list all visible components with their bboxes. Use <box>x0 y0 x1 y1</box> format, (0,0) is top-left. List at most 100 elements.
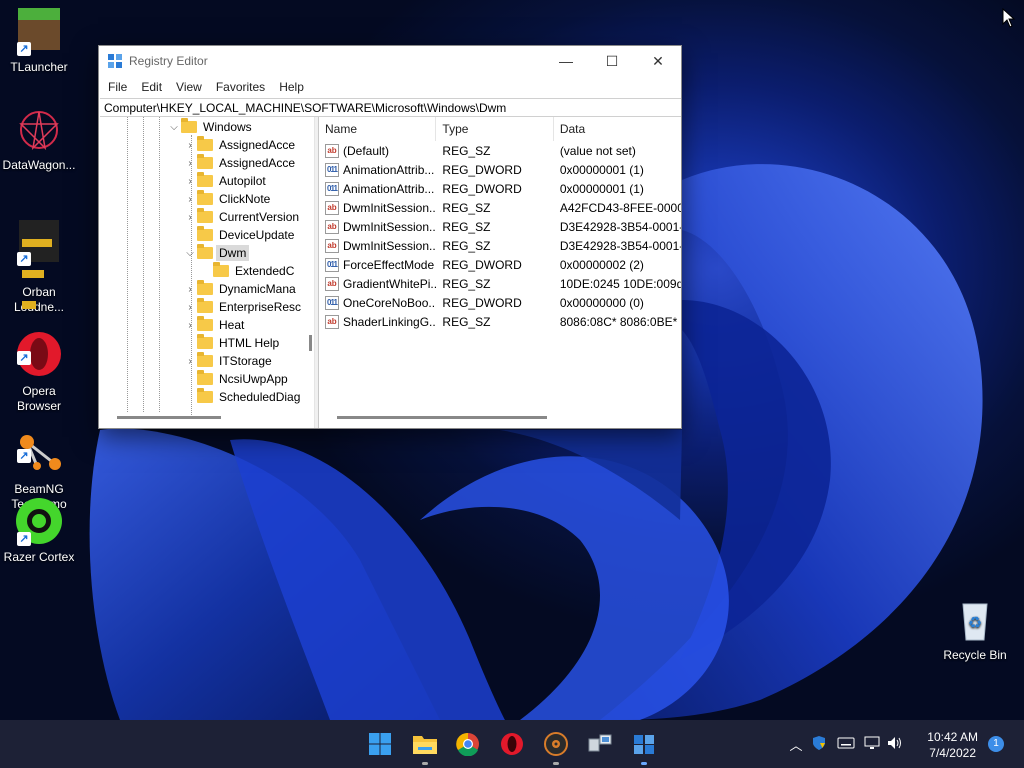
tree-item[interactable]: › ClickNote <box>183 190 270 208</box>
table-row[interactable]: ab DwmInitSession... REG_SZ A42FCD43-8FEE… <box>319 198 681 217</box>
network-icon[interactable] <box>860 736 884 753</box>
tree-item[interactable]: DeviceUpdate <box>183 226 294 244</box>
minimize-button[interactable]: — <box>543 46 589 76</box>
desktop-icon-tlauncher[interactable]: ↗ TLauncher <box>1 8 77 75</box>
notification-badge[interactable]: 1 <box>988 736 1004 752</box>
volume-icon[interactable] <box>884 736 906 753</box>
desktop-icon-razer-cortex[interactable]: ↗ Razer Cortex <box>1 498 77 565</box>
table-row[interactable]: 011 AnimationAttrib... REG_DWORD 0x000000… <box>319 179 681 198</box>
tree-item[interactable]: › Autopilot <box>183 172 266 190</box>
chevron-down-icon[interactable]: ⌵ <box>183 248 197 259</box>
tree-item[interactable]: › AssignedAcce <box>183 154 295 172</box>
tree-item[interactable]: › EnterpriseResc <box>183 298 301 316</box>
table-row[interactable]: ab (Default) REG_SZ (value not set) <box>319 141 681 160</box>
chevron-right-icon[interactable]: › <box>183 140 197 151</box>
chevron-right-icon[interactable]: › <box>183 320 197 331</box>
system-tray: ︿ <box>786 720 906 768</box>
string-value-icon: ab <box>325 314 339 329</box>
title-bar[interactable]: Registry Editor — ☐ ✕ <box>99 46 681 76</box>
chevron-right-icon[interactable]: › <box>183 176 197 187</box>
taskbar-file-explorer[interactable] <box>409 728 441 765</box>
keyboard-icon[interactable] <box>832 737 860 752</box>
regedit-icon <box>634 735 654 754</box>
media-icon <box>544 732 568 756</box>
chevron-right-icon[interactable]: › <box>183 212 197 223</box>
values-list[interactable]: Name Type Data ab (Default) REG_SZ (value… <box>319 117 681 428</box>
column-header-data[interactable]: Data <box>554 117 681 141</box>
address-path[interactable]: Computer\HKEY_LOCAL_MACHINE\SOFTWARE\Mic… <box>104 101 506 115</box>
razer-cortex-icon: ↗ <box>15 498 63 546</box>
chevron-up-icon[interactable]: ︿ <box>786 735 806 754</box>
clock-time: 10:42 AM <box>927 730 978 744</box>
chrome-icon <box>456 732 479 756</box>
column-header-type[interactable]: Type <box>436 117 554 141</box>
chevron-right-icon[interactable]: › <box>183 158 197 169</box>
table-row[interactable]: ab ShaderLinkingG... REG_SZ 8086:08C* 808… <box>319 312 681 331</box>
table-row[interactable]: 011 AnimationAttrib... REG_DWORD 0x000000… <box>319 160 681 179</box>
desktop-icon-datawagon[interactable]: DataWagon... <box>1 106 77 173</box>
registry-editor-window[interactable]: Registry Editor — ☐ ✕ File Edit View Fav… <box>98 45 682 429</box>
folder-icon <box>197 298 213 313</box>
table-row[interactable]: 011 ForceEffectMode REG_DWORD 0x00000002 … <box>319 255 681 274</box>
tree-item[interactable]: › DynamicMana <box>183 280 296 298</box>
tree-item[interactable]: HTML Help <box>183 334 279 352</box>
folder-icon <box>197 190 213 205</box>
table-row[interactable]: ab DwmInitSession... REG_SZ D3E42928-3B54… <box>319 217 681 236</box>
menu-help[interactable]: Help <box>272 80 311 94</box>
table-row[interactable]: 011 OneCoreNoBoo... REG_DWORD 0x00000000 … <box>319 293 681 312</box>
tlauncher-icon: ↗ <box>15 8 63 56</box>
taskbar-chrome[interactable] <box>452 728 484 760</box>
taskbar-network-app[interactable] <box>584 728 616 760</box>
list-horizontal-scrollbar[interactable] <box>337 416 547 419</box>
shortcut-arrow-icon: ↗ <box>17 252 31 266</box>
clock-date: 7/4/2022 <box>929 746 976 760</box>
datawagon-icon <box>15 106 63 154</box>
tree-item[interactable]: › CurrentVersion <box>183 208 299 226</box>
defender-shield-icon[interactable] <box>806 735 832 754</box>
taskbar-media-app[interactable] <box>540 728 572 765</box>
menu-favorites[interactable]: Favorites <box>209 80 272 94</box>
key-tree[interactable]: ⌵ Windows › AssignedAcce › AssignedAcce … <box>99 117 315 428</box>
tree-vertical-scrollbar[interactable] <box>309 335 312 351</box>
recycle-bin-icon: ♻ <box>951 596 999 644</box>
desktop-icon-label: Razer Cortex <box>3 550 75 564</box>
opera-icon <box>501 733 523 755</box>
address-bar[interactable]: Computer\HKEY_LOCAL_MACHINE\SOFTWARE\Mic… <box>100 98 681 117</box>
tree-item-dwm[interactable]: ⌵ Dwm <box>183 244 250 262</box>
tree-item[interactable]: › Heat <box>183 316 244 334</box>
start-button[interactable] <box>364 728 396 760</box>
string-value-icon: ab <box>325 219 339 234</box>
menu-edit[interactable]: Edit <box>134 80 169 94</box>
chevron-right-icon[interactable]: › <box>183 302 197 313</box>
tree-item[interactable]: › ITStorage <box>183 352 272 370</box>
desktop-icon-label: Recycle Bin <box>943 648 1007 662</box>
regedit-icon <box>108 54 122 68</box>
tree-item[interactable]: NcsiUwpApp <box>183 370 288 388</box>
chevron-down-icon[interactable]: ⌵ <box>167 122 181 133</box>
taskbar-clock[interactable]: 10:42 AM 7/4/2022 <box>927 729 978 761</box>
table-row[interactable]: ab DwmInitSession... REG_SZ D3E42928-3B54… <box>319 236 681 255</box>
tree-item[interactable]: ExtendedC <box>199 262 294 280</box>
column-header-name[interactable]: Name <box>319 117 437 141</box>
desktop-icon-label: DataWagon... <box>2 158 76 172</box>
close-button[interactable]: ✕ <box>635 46 681 76</box>
chevron-right-icon[interactable]: › <box>183 194 197 205</box>
folder-icon <box>197 280 213 295</box>
taskbar-opera[interactable] <box>496 728 528 760</box>
chevron-right-icon[interactable]: › <box>183 284 197 295</box>
tree-item-windows[interactable]: ⌵ Windows <box>167 118 252 136</box>
chevron-right-icon[interactable]: › <box>183 356 197 367</box>
tree-horizontal-scrollbar[interactable] <box>117 416 221 419</box>
menu-view[interactable]: View <box>169 80 209 94</box>
string-value-icon: ab <box>325 238 339 253</box>
tree-item[interactable]: ScheduledDiag <box>183 388 300 406</box>
table-row[interactable]: ab GradientWhitePi... REG_SZ 10DE:0245 10… <box>319 274 681 293</box>
folder-icon <box>197 154 213 169</box>
maximize-button[interactable]: ☐ <box>589 46 635 76</box>
desktop-icon-recycle-bin[interactable]: ♻ Recycle Bin <box>937 596 1013 663</box>
taskbar-regedit[interactable] <box>628 728 660 765</box>
tree-item[interactable]: › AssignedAcce <box>183 136 295 154</box>
menu-file[interactable]: File <box>101 80 134 94</box>
network-app-icon <box>588 734 612 752</box>
taskbar: ︿ 10:42 AM 7/4/2022 1 <box>0 720 1024 768</box>
